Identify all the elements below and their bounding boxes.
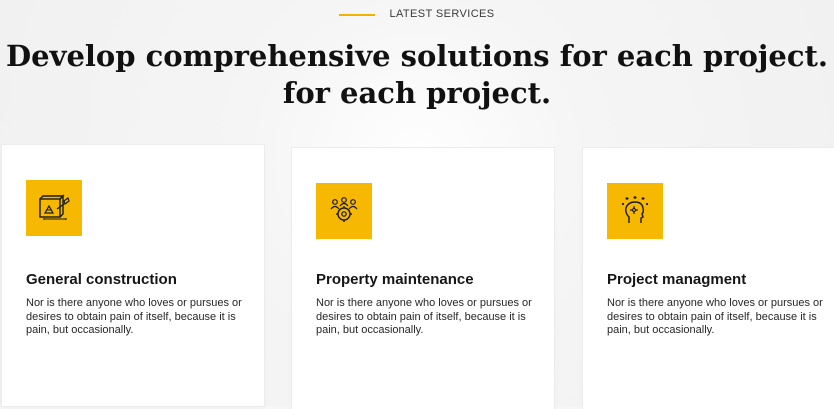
service-cards: General construction Nor is there anyone… — [0, 145, 834, 409]
section-title-line-1: Develop comprehensive solutions for each… — [6, 39, 828, 73]
section-title: Develop comprehensive solutions for each… — [0, 38, 834, 112]
service-description: Nor is there anyone who loves or pursues… — [26, 297, 242, 336]
service-card-property-maintenance[interactable]: Property maintenance Nor is there anyone… — [292, 148, 554, 409]
service-description: Nor is there anyone who loves or pursues… — [607, 297, 823, 336]
section-title-line-2: for each project. — [282, 76, 552, 110]
blueprint-icon — [26, 180, 82, 236]
eyebrow-accent-line — [339, 14, 376, 16]
service-title: Property maintenance — [316, 271, 474, 288]
services-section: LATEST SERVICES Develop comprehensive so… — [0, 0, 834, 409]
team-gear-icon — [316, 183, 372, 239]
service-card-project-management[interactable]: Project managment Nor is there anyone wh… — [583, 148, 834, 409]
service-title: Project managment — [607, 271, 747, 288]
service-card-general-construction[interactable]: General construction Nor is there anyone… — [2, 145, 264, 406]
service-description: Nor is there anyone who loves or pursues… — [316, 297, 532, 336]
eyebrow-label: LATEST SERVICES — [389, 8, 495, 20]
section-eyebrow: LATEST SERVICES — [0, 8, 834, 20]
service-title: General construction — [26, 271, 177, 288]
head-ideas-icon — [607, 183, 663, 239]
